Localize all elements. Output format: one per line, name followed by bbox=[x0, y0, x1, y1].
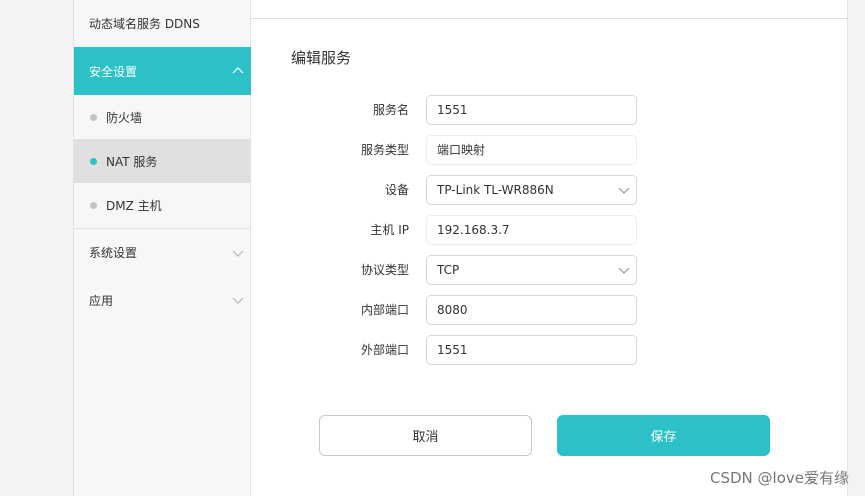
save-button[interactable]: 保存 bbox=[557, 415, 770, 456]
external-port-row: 外部端口 1551 bbox=[251, 335, 847, 365]
internal-port-input[interactable]: 8080 bbox=[426, 295, 637, 325]
sidebar-item-system-label: 系统设置 bbox=[89, 246, 138, 260]
external-port-input[interactable]: 1551 bbox=[426, 335, 637, 365]
chevron-down-icon bbox=[232, 297, 244, 304]
main-panel: 编辑服务 服务名 1551 服务类型 端口映射 设备 TP-Link TL-WR… bbox=[251, 0, 847, 496]
host-ip-field: 192.168.3.7 bbox=[426, 215, 637, 245]
protocol-select[interactable]: TCP bbox=[426, 255, 637, 285]
bullet-icon bbox=[90, 201, 97, 209]
page-title: 编辑服务 bbox=[291, 49, 352, 67]
right-margin bbox=[847, 0, 865, 496]
host-ip-label: 主机 IP bbox=[370, 223, 409, 237]
service-type-field: 端口映射 bbox=[426, 135, 637, 165]
service-name-row: 服务名 1551 bbox=[251, 95, 847, 125]
device-select[interactable]: TP-Link TL-WR886N bbox=[426, 175, 637, 205]
sidebar: 动态域名服务 DDNS 安全设置 防火墙 NAT 服务 DMZ 主机 系统设置 … bbox=[73, 0, 251, 496]
protocol-row: 协议类型 TCP bbox=[251, 255, 847, 285]
external-port-label: 外部端口 bbox=[360, 343, 409, 357]
internal-port-row: 内部端口 8080 bbox=[251, 295, 847, 325]
chevron-down-icon bbox=[232, 250, 244, 257]
sidebar-item-firewall-label: 防火墙 bbox=[106, 110, 143, 125]
left-margin bbox=[0, 0, 73, 496]
device-select-value: TP-Link TL-WR886N bbox=[437, 183, 554, 197]
service-name-label: 服务名 bbox=[372, 103, 409, 117]
sidebar-item-security-label: 安全设置 bbox=[89, 64, 138, 79]
protocol-label: 协议类型 bbox=[360, 263, 409, 277]
chevron-down-icon bbox=[618, 267, 630, 274]
sidebar-item-apps[interactable]: 应用 bbox=[74, 276, 251, 324]
sidebar-item-ddns[interactable]: 动态域名服务 DDNS bbox=[74, 0, 251, 47]
bullet-icon bbox=[90, 157, 97, 165]
service-type-label: 服务类型 bbox=[360, 143, 409, 157]
watermark: CSDN @love爱有缘 bbox=[710, 469, 849, 487]
service-name-input[interactable]: 1551 bbox=[426, 95, 637, 125]
sidebar-item-system[interactable]: 系统设置 bbox=[74, 229, 251, 276]
service-type-row: 服务类型 端口映射 bbox=[251, 135, 847, 165]
sidebar-item-apps-label: 应用 bbox=[89, 293, 114, 308]
chevron-down-icon bbox=[618, 187, 630, 194]
internal-port-label: 内部端口 bbox=[360, 303, 409, 317]
host-ip-row: 主机 IP 192.168.3.7 bbox=[251, 215, 847, 245]
sidebar-item-dmz-label: DMZ 主机 bbox=[106, 198, 162, 213]
sidebar-item-nat[interactable]: NAT 服务 bbox=[74, 139, 251, 183]
bullet-icon bbox=[90, 113, 97, 121]
header-divider bbox=[251, 18, 847, 19]
sidebar-item-dmz[interactable]: DMZ 主机 bbox=[74, 183, 251, 227]
chevron-up-icon bbox=[232, 67, 244, 74]
cancel-button[interactable]: 取消 bbox=[319, 415, 532, 456]
sidebar-item-firewall[interactable]: 防火墙 bbox=[74, 95, 251, 139]
sidebar-item-security[interactable]: 安全设置 bbox=[74, 47, 251, 95]
sidebar-item-ddns-label: 动态域名服务 DDNS bbox=[89, 17, 200, 31]
sidebar-item-nat-label: NAT 服务 bbox=[106, 154, 158, 169]
protocol-select-value: TCP bbox=[437, 263, 460, 277]
device-label: 设备 bbox=[384, 183, 409, 197]
device-row: 设备 TP-Link TL-WR886N bbox=[251, 175, 847, 205]
